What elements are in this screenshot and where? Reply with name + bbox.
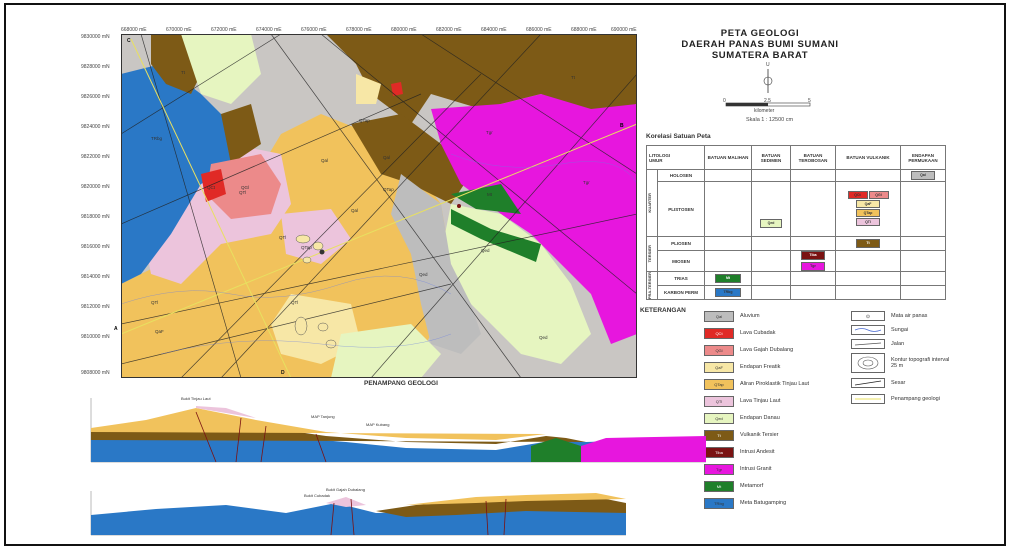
legend-row: QGl Lava Gajah Dubalang bbox=[704, 344, 793, 356]
symbol-row: Kontur topografi interval 25 m bbox=[851, 352, 951, 374]
grid-x-ticks: 668000 mE 670000 mE 672000 mE 674000 mE … bbox=[121, 27, 637, 33]
scale-tick-end: 5 bbox=[808, 98, 811, 104]
keterangan-title: KETERANGAN bbox=[640, 307, 686, 314]
svg-text:Bukit Cubadak: Bukit Cubadak bbox=[304, 493, 330, 498]
symbol-row: Jalan bbox=[851, 338, 904, 350]
svg-text:MAP Tanjung: MAP Tanjung bbox=[311, 414, 335, 419]
svg-text:Tgr: Tgr bbox=[486, 130, 493, 135]
symbol-row: Sesar bbox=[851, 377, 905, 389]
korelasi-title: Korelasi Satuan Peta bbox=[646, 133, 711, 140]
legend-units: Qal Aluvium QCt Lava Cubadak QGl Lava Gajah… bbox=[704, 307, 834, 537]
svg-text:QTap: QTap bbox=[359, 118, 370, 123]
scale-tick-mid: 2.5 bbox=[764, 98, 771, 104]
map-title-line-2: DAERAH PANAS BUMI SUMANI bbox=[681, 39, 839, 50]
fault-icon bbox=[851, 378, 885, 388]
penampang-title: PENAMPANG GEOLOGI bbox=[364, 380, 438, 387]
svg-text:MAP Kubang: MAP Kubang bbox=[366, 422, 390, 427]
svg-text:TRbg: TRbg bbox=[151, 136, 163, 141]
svg-text:Qal: Qal bbox=[351, 208, 358, 213]
section-endpoint-b: B bbox=[620, 123, 624, 129]
legend-symbols: ⊙ Mata air panas Sungai Jalan Kontur topo… bbox=[851, 310, 991, 420]
svg-text:Qed: Qed bbox=[419, 272, 428, 277]
map-frame: Tt Tt QTap Qal QTl QTap QTl QCt QGl Qal … bbox=[4, 3, 1006, 546]
svg-text:QaF: QaF bbox=[155, 329, 164, 334]
legend-row: Mt Metamorf bbox=[704, 480, 763, 492]
river-icon bbox=[851, 325, 885, 335]
svg-text:Qed: Qed bbox=[481, 248, 490, 253]
hot-spring-icon: ⊙ bbox=[851, 311, 885, 321]
legend-row: QTap Aliran Piroklastik Tinjau Laut bbox=[704, 378, 809, 390]
cross-section-ab: Bukit Tinjau Laut MAP Tanjung MAP Kubang bbox=[90, 396, 706, 463]
section-line-icon bbox=[851, 394, 885, 404]
svg-text:QTl: QTl bbox=[291, 300, 298, 305]
scale-text: Skala 1 : 12500 cm bbox=[746, 117, 794, 123]
svg-text:QCt: QCt bbox=[207, 185, 216, 190]
svg-text:QGl: QGl bbox=[241, 185, 249, 190]
legend-row: Qal Aluvium bbox=[704, 310, 760, 322]
map-title-block: PETA GEOLOGI DAERAH PANAS BUMI SUMANI SU… bbox=[660, 28, 860, 61]
symbol-row: ⊙ Mata air panas bbox=[851, 310, 927, 322]
svg-text:Bukit Tinjau Laut: Bukit Tinjau Laut bbox=[181, 396, 211, 401]
svg-text:Bukit Gajah Dubalang: Bukit Gajah Dubalang bbox=[326, 487, 365, 492]
svg-text:Qed: Qed bbox=[539, 335, 548, 340]
svg-text:QTap: QTap bbox=[383, 187, 394, 192]
svg-text:C: C bbox=[127, 38, 131, 44]
legend-row: TRbg Meta Batugamping bbox=[704, 497, 786, 509]
map-title-line-1: PETA GEOLOGI bbox=[720, 28, 800, 39]
legend-row: QaF Endapan Freatik bbox=[704, 361, 780, 373]
geologic-map: Tt Tt QTap Qal QTl QTap QTl QCt QGl Qal … bbox=[121, 34, 637, 378]
map-title-line-3: SUMATERA BARAT bbox=[711, 50, 809, 61]
svg-text:Tgr: Tgr bbox=[583, 180, 590, 185]
symbol-row: Sungai bbox=[851, 324, 908, 336]
svg-text:Qal: Qal bbox=[383, 155, 390, 160]
north-arrow-label: U bbox=[766, 62, 770, 68]
svg-text:QTap: QTap bbox=[301, 245, 312, 250]
svg-text:QTl: QTl bbox=[239, 190, 246, 195]
legend-row: QCt Lava Cubadak bbox=[704, 327, 775, 339]
symbol-row: Penampang geologi bbox=[851, 393, 940, 405]
svg-text:D: D bbox=[281, 370, 285, 376]
scale-tick-0: 0 bbox=[723, 98, 726, 104]
korelasi-table: LITOLOGI UMUR BATUAN MALIHAN BATUAN SEDIM… bbox=[646, 145, 946, 301]
grid-y-ticks: 9830000 mN 9828000 mN 9826000 mN 9824000… bbox=[81, 34, 110, 376]
scale-unit: kilometer bbox=[754, 108, 775, 114]
cross-section-cd: Bukit Gajah Dubalang Bukit Cubadak bbox=[90, 487, 626, 536]
svg-text:Mt: Mt bbox=[487, 192, 493, 197]
korelasi-header-litologi: LITOLOGI UMUR bbox=[646, 145, 705, 170]
road-icon bbox=[851, 339, 885, 349]
contour-icon bbox=[851, 353, 885, 373]
svg-text:QTl: QTl bbox=[279, 235, 286, 240]
svg-text:Qal: Qal bbox=[321, 158, 328, 163]
svg-text:QTl: QTl bbox=[151, 300, 158, 305]
